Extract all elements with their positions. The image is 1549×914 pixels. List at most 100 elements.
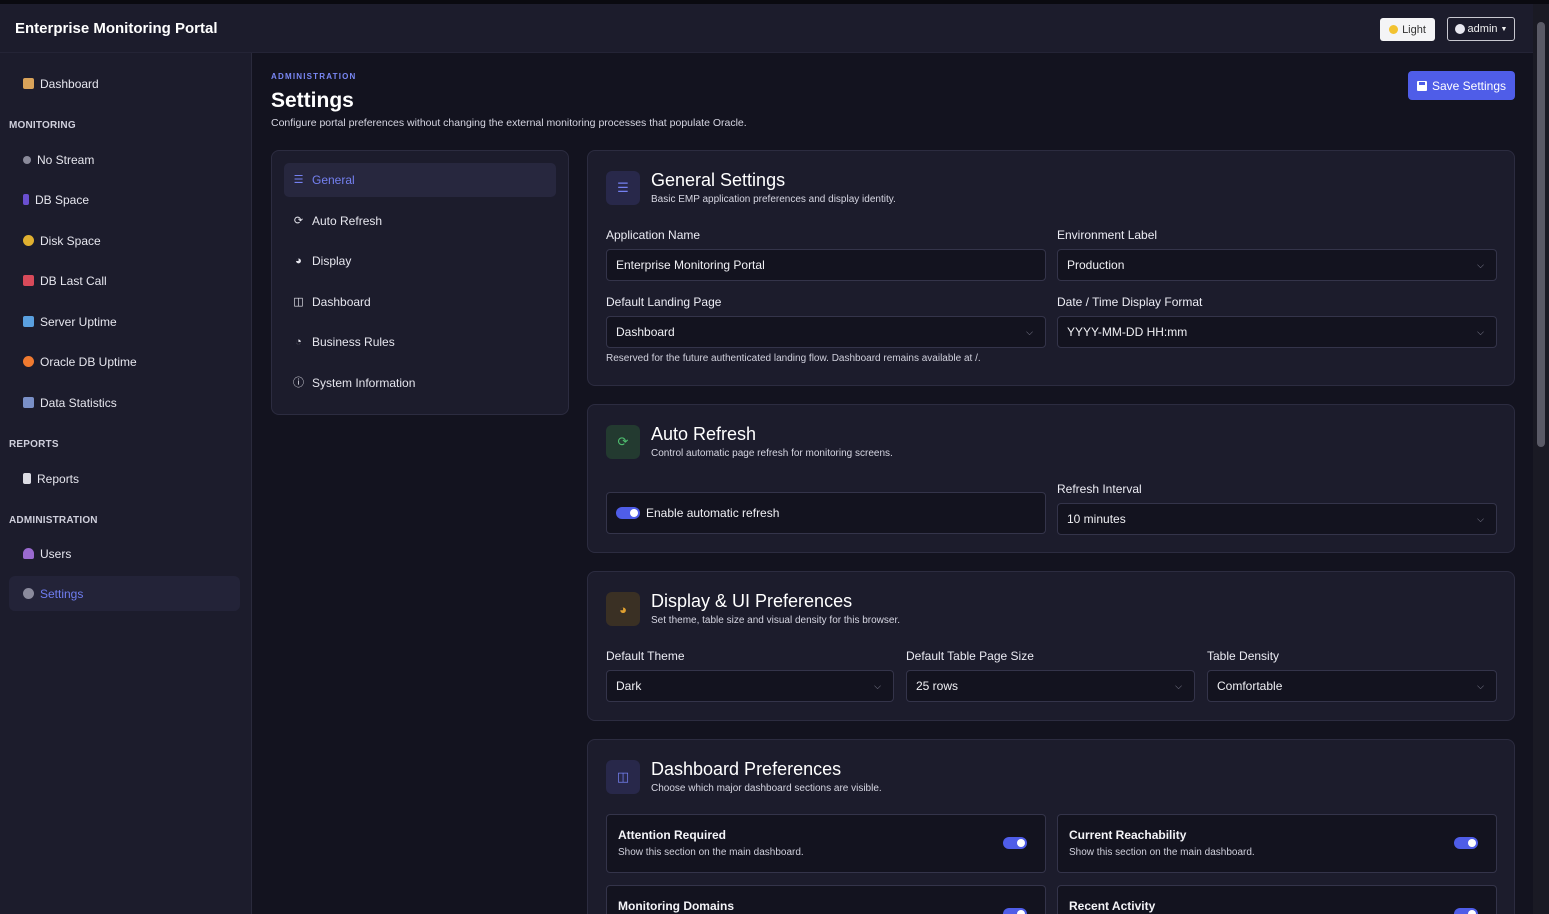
landing-page-label: Default Landing Page	[606, 295, 722, 309]
sliders-icon: ☰	[293, 173, 304, 186]
subnav-label: Business Rules	[312, 335, 395, 349]
chevron-down-icon: ⌵	[1477, 327, 1484, 337]
table-density-value: Comfortable	[1217, 679, 1283, 693]
refresh-icon: ⟳	[606, 425, 640, 459]
subnav-business-rules[interactable]: ◔ Business Rules	[284, 325, 556, 359]
sidebar-item-settings[interactable]: Settings	[9, 576, 240, 611]
sidebar-item-label: Settings	[40, 586, 84, 601]
current-reachability-switch[interactable]	[1454, 837, 1478, 849]
bar-chart-icon	[23, 397, 34, 408]
card-title: General Settings	[651, 170, 786, 190]
top-navbar: Enterprise Monitoring Portal Light admin…	[0, 4, 1533, 53]
page-title: Settings	[271, 89, 354, 112]
pref-attention-required[interactable]: Attention Required Show this section on …	[606, 814, 1046, 873]
auto-refresh-switch[interactable]	[616, 507, 640, 519]
sidebar-item-label: Server Uptime	[40, 314, 117, 329]
palette-icon: ◕	[606, 592, 640, 626]
sidebar-item-label: Users	[40, 546, 72, 561]
user-menu-button[interactable]: admin ▼	[1447, 17, 1515, 41]
sidebar-item-users[interactable]: Users	[9, 536, 240, 571]
page-size-select[interactable]: 25 rows ⌵	[906, 670, 1195, 702]
card-title: Dashboard Preferences	[651, 759, 842, 779]
chevron-down-icon: ⌵	[874, 681, 881, 691]
sidebar-item-data-statistics[interactable]: Data Statistics	[9, 385, 240, 420]
card-title: Auto Refresh	[651, 424, 757, 444]
sidebar-item-db-space[interactable]: DB Space	[9, 182, 240, 217]
sidebar-item-label: Reports	[37, 471, 80, 486]
app-name-input[interactable]: Enterprise Monitoring Portal	[606, 249, 1046, 281]
sidebar-heading-reports: REPORTS	[9, 439, 59, 450]
sidebar-item-reports[interactable]: Reports	[9, 461, 240, 496]
page-subtitle: Configure portal preferences without cha…	[271, 117, 747, 129]
gear-icon	[23, 588, 34, 599]
monitoring-domains-switch[interactable]	[1003, 908, 1027, 914]
floppy-disk-icon	[1416, 80, 1427, 91]
page-scrollbar[interactable]	[1533, 4, 1549, 914]
sidebar-item-label: Oracle DB Uptime	[40, 354, 137, 369]
scrollbar-thumb[interactable]	[1537, 22, 1545, 447]
table-density-select[interactable]: Comfortable ⌵	[1207, 670, 1497, 702]
pref-current-reachability[interactable]: Current Reachability Show this section o…	[1057, 814, 1497, 873]
landing-page-hint: Reserved for the future authenticated la…	[606, 353, 981, 364]
sidebar-item-no-stream[interactable]: No Stream	[9, 142, 240, 177]
default-theme-select[interactable]: Dark ⌵	[606, 670, 894, 702]
attention-required-switch[interactable]	[1003, 837, 1027, 849]
sidebar-item-disk-space[interactable]: Disk Space	[9, 223, 240, 258]
dashboard-preferences-card: ◫ Dashboard Preferences Choose which maj…	[587, 739, 1515, 914]
subnav-system-information[interactable]: ⓘ System Information	[284, 366, 556, 400]
card-subtitle: Choose which major dashboard sections ar…	[651, 783, 882, 794]
card-subtitle: Basic EMP application preferences and di…	[651, 194, 896, 205]
refresh-interval-select[interactable]: 10 minutes ⌵	[1057, 503, 1497, 535]
sliders-icon: ☰	[606, 171, 640, 205]
save-settings-button[interactable]: Save Settings	[1408, 71, 1515, 100]
environment-value: Production	[1067, 258, 1125, 272]
sidebar-item-server-uptime[interactable]: Server Uptime	[9, 304, 240, 339]
auto-refresh-toggle-row[interactable]: Enable automatic refresh	[606, 492, 1046, 534]
table-density-label: Table Density	[1207, 649, 1280, 663]
refresh-icon: ⟳	[293, 214, 304, 227]
landing-page-select[interactable]: Dashboard ⌵	[606, 316, 1046, 348]
subnav-general[interactable]: ☰ General	[284, 163, 556, 197]
theme-toggle-button[interactable]: Light	[1380, 18, 1435, 41]
subnav-display[interactable]: ◕ Display	[284, 244, 556, 278]
sidebar-item-label: Data Statistics	[40, 395, 117, 410]
pref-recent-activity[interactable]: Recent Activity	[1057, 885, 1497, 914]
chevron-down-icon: ⌵	[1026, 327, 1033, 337]
pref-title: Recent Activity	[1069, 899, 1156, 913]
default-theme-label: Default Theme	[606, 649, 685, 663]
recent-activity-switch[interactable]	[1454, 908, 1478, 914]
pref-monitoring-domains[interactable]: Monitoring Domains	[606, 885, 1046, 914]
disk-icon	[23, 235, 34, 246]
environment-select[interactable]: Production ⌵	[1057, 249, 1497, 281]
sidebar-heading-monitoring: MONITORING	[9, 120, 76, 131]
caret-down-icon: ▼	[1500, 25, 1508, 33]
sidebar-item-label: No Stream	[37, 152, 95, 167]
sidebar-item-dashboard[interactable]: Dashboard	[9, 66, 240, 101]
subnav-dashboard[interactable]: ◫ Dashboard	[284, 285, 556, 319]
chevron-down-icon: ⌵	[1477, 681, 1484, 691]
database-icon	[23, 194, 29, 205]
telephone-icon	[23, 275, 34, 286]
monitor-icon	[23, 316, 34, 327]
sidebar-item-db-last-call[interactable]: DB Last Call	[9, 263, 240, 298]
subnav-label: Auto Refresh	[312, 214, 383, 228]
brand-title[interactable]: Enterprise Monitoring Portal	[15, 20, 218, 37]
datetime-format-select[interactable]: YYYY-MM-DD HH:mm ⌵	[1057, 316, 1497, 348]
user-circle-icon	[1454, 24, 1465, 34]
info-icon: ⓘ	[293, 376, 304, 389]
refresh-interval-value: 10 minutes	[1067, 512, 1126, 526]
sidebar-item-oracle-db-uptime[interactable]: Oracle DB Uptime	[9, 344, 240, 379]
theme-toggle-label: Light	[1402, 23, 1426, 36]
pref-title: Attention Required	[618, 828, 726, 842]
pref-title: Current Reachability	[1069, 828, 1187, 842]
pref-subtitle: Show this section on the main dashboard.	[618, 847, 804, 858]
environment-label: Environment Label	[1057, 228, 1158, 242]
user-menu-label: admin	[1467, 23, 1498, 35]
subnav-auto-refresh[interactable]: ⟳ Auto Refresh	[284, 204, 556, 238]
rules-icon: ◔	[295, 335, 302, 348]
general-settings-card: ☰ General Settings Basic EMP application…	[587, 150, 1515, 386]
subnav-label: System Information	[312, 376, 416, 390]
subnav-label: Dashboard	[312, 295, 371, 309]
auto-refresh-card: ⟳ Auto Refresh Control automatic page re…	[587, 404, 1515, 553]
sidebar-item-label: DB Space	[35, 192, 90, 207]
